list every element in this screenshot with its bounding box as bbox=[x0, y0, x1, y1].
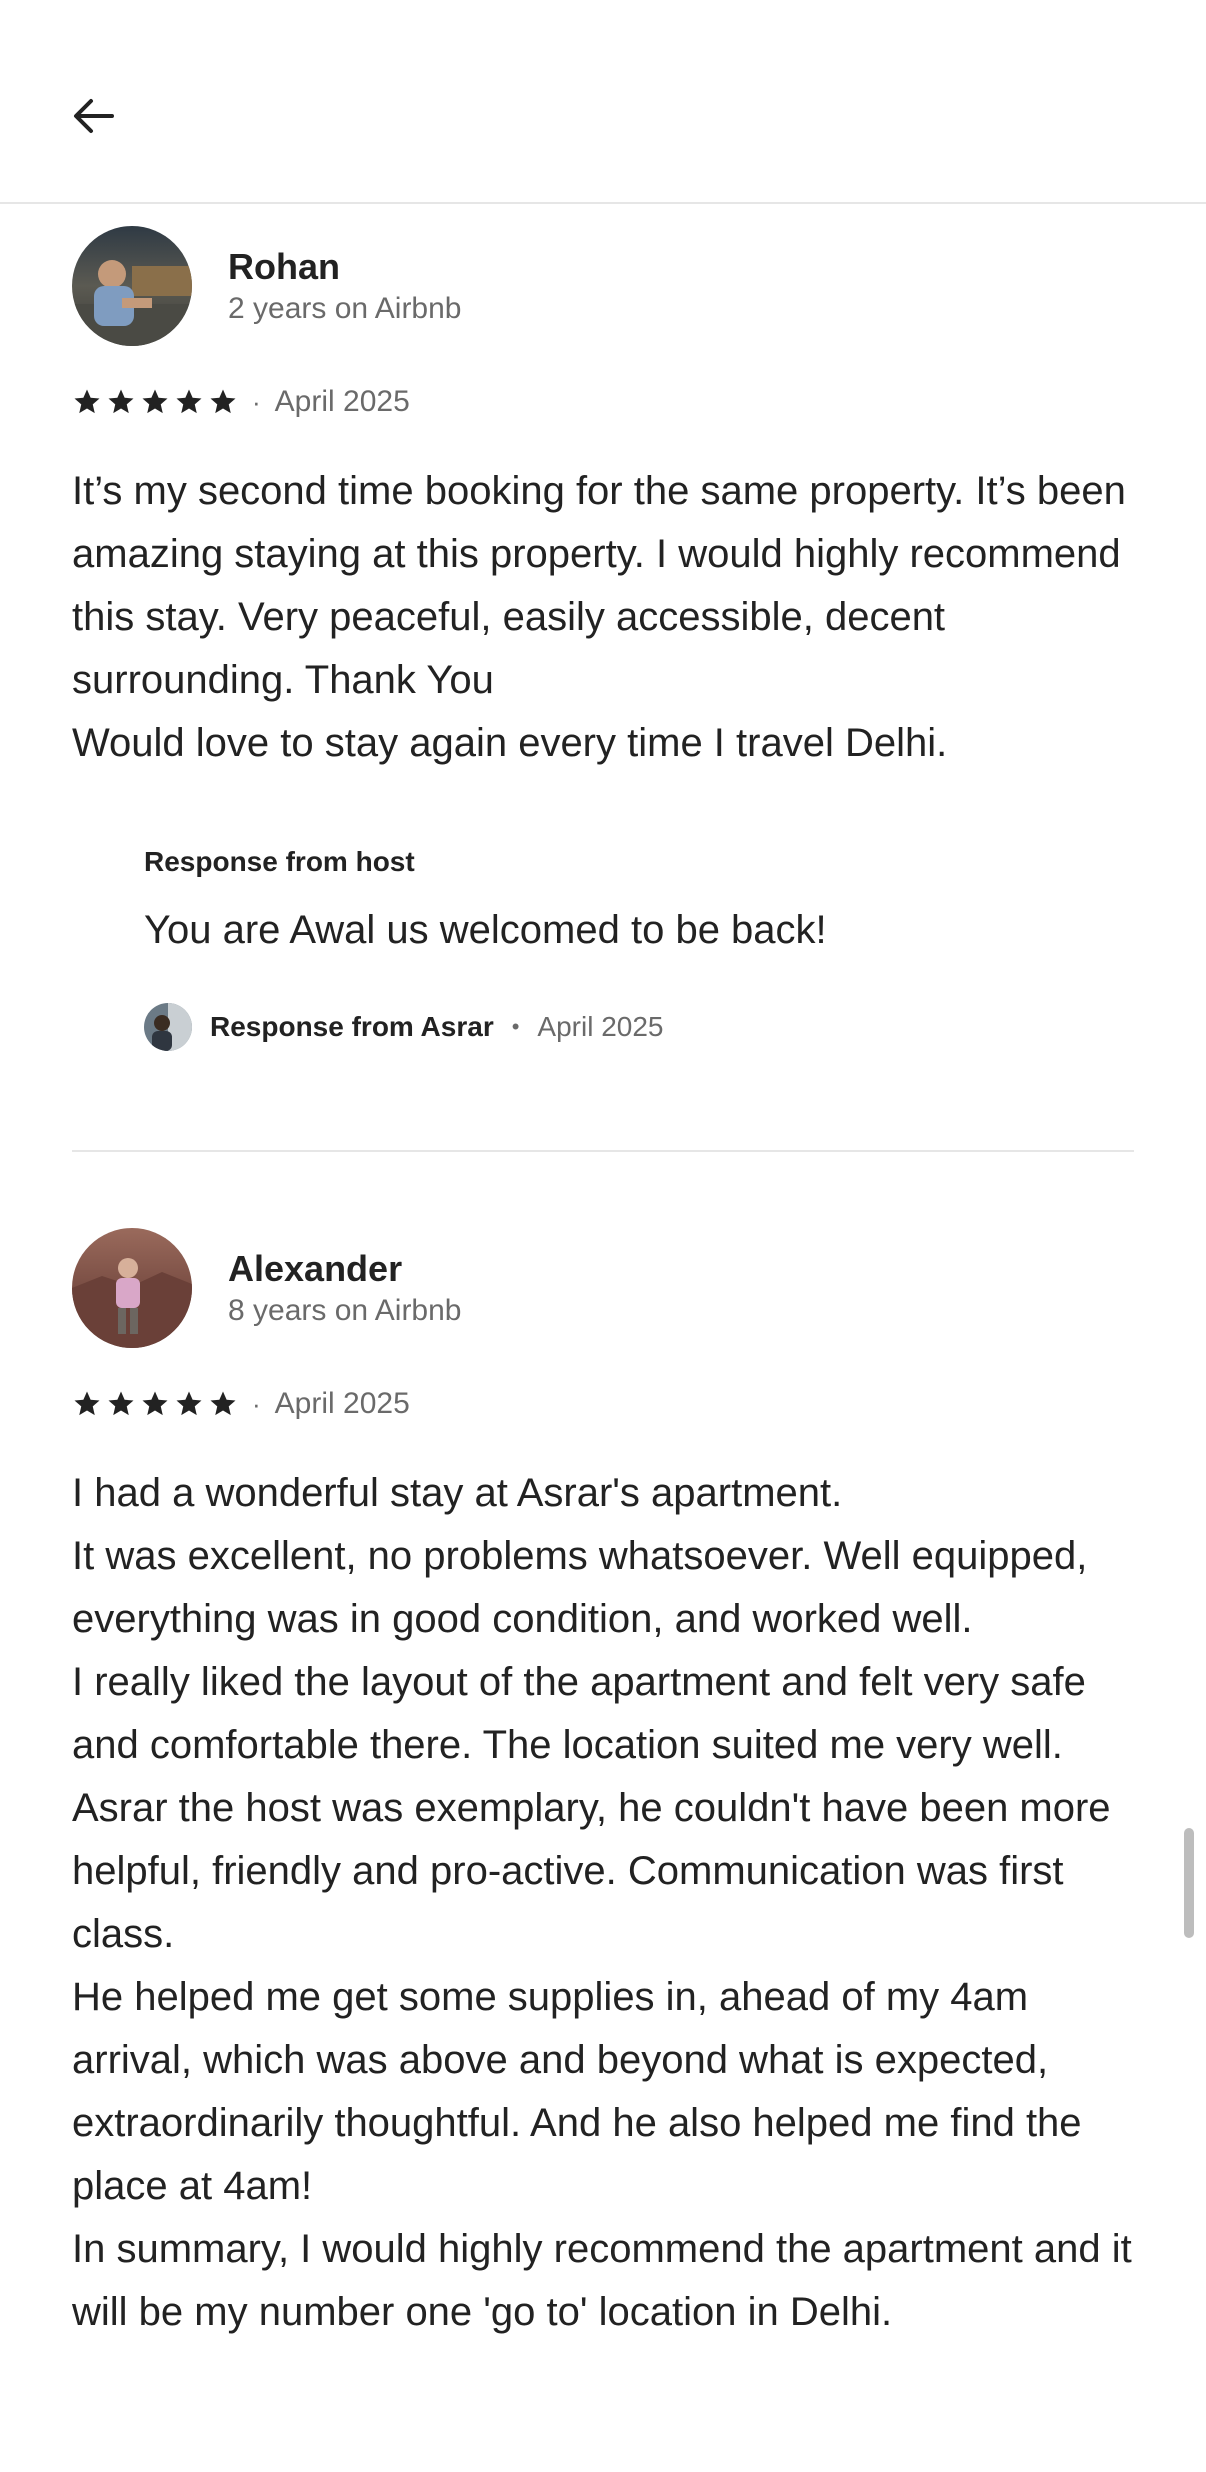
separator-dot: • bbox=[511, 1014, 520, 1039]
review-date: April 2025 bbox=[274, 1387, 410, 1420]
rating-row: · April 2025 bbox=[72, 1384, 410, 1424]
rating-row: · April 2025 bbox=[72, 382, 410, 422]
reviewer-avatar[interactable] bbox=[72, 226, 192, 346]
host-response-text: You are Awal us welcomed to be back! bbox=[144, 908, 827, 952]
scrollbar-thumb[interactable] bbox=[1184, 1828, 1194, 1938]
star-icon bbox=[142, 389, 168, 414]
host-response-author: Response from Asrar bbox=[210, 1011, 494, 1042]
host-response-date: April 2025 bbox=[537, 1011, 664, 1042]
star-icon bbox=[176, 1391, 202, 1416]
top-bar bbox=[0, 0, 1206, 204]
star-icon bbox=[74, 389, 100, 414]
star-icon bbox=[176, 389, 202, 414]
host-avatar[interactable] bbox=[144, 1003, 192, 1051]
review-card: Alexander 8 years on Airbnb · April 2025… bbox=[0, 1228, 1206, 2472]
reviews-list[interactable]: Rohan 2 years on Airbnb · April 2025 It’… bbox=[0, 204, 1206, 2472]
separator-dot: · bbox=[252, 1388, 261, 1419]
reviewer-name[interactable]: Rohan bbox=[228, 246, 340, 288]
reviewer-avatar[interactable] bbox=[72, 1228, 192, 1348]
back-button[interactable] bbox=[58, 80, 130, 152]
star-icon bbox=[142, 1391, 168, 1416]
star-rating bbox=[72, 387, 238, 417]
review-card: Rohan 2 years on Airbnb · April 2025 It’… bbox=[0, 204, 1206, 1154]
star-icon bbox=[210, 1391, 236, 1416]
reviewer-tenure: 8 years on Airbnb bbox=[228, 1294, 462, 1327]
star-icon bbox=[210, 389, 236, 414]
host-response-heading: Response from host bbox=[144, 846, 415, 877]
host-response-meta: Response from Asrar • April 2025 bbox=[144, 1002, 1124, 1052]
reviewer-tenure: 2 years on Airbnb bbox=[228, 292, 462, 325]
star-icon bbox=[108, 1391, 134, 1416]
star-icon bbox=[74, 1391, 100, 1416]
review-text: I had a wonderful stay at Asrar's apartm… bbox=[72, 1471, 1132, 2334]
review-divider bbox=[72, 1150, 1134, 1152]
host-response: Response from host You are Awal us welco… bbox=[144, 846, 1124, 1052]
arrow-left-icon bbox=[74, 99, 114, 133]
reviewer-name[interactable]: Alexander bbox=[228, 1248, 402, 1290]
review-text: It’s my second time booking for the same… bbox=[72, 469, 1126, 765]
review-date: April 2025 bbox=[274, 385, 410, 418]
separator-dot: · bbox=[252, 386, 261, 417]
star-rating bbox=[72, 1389, 238, 1419]
star-icon bbox=[108, 389, 134, 414]
